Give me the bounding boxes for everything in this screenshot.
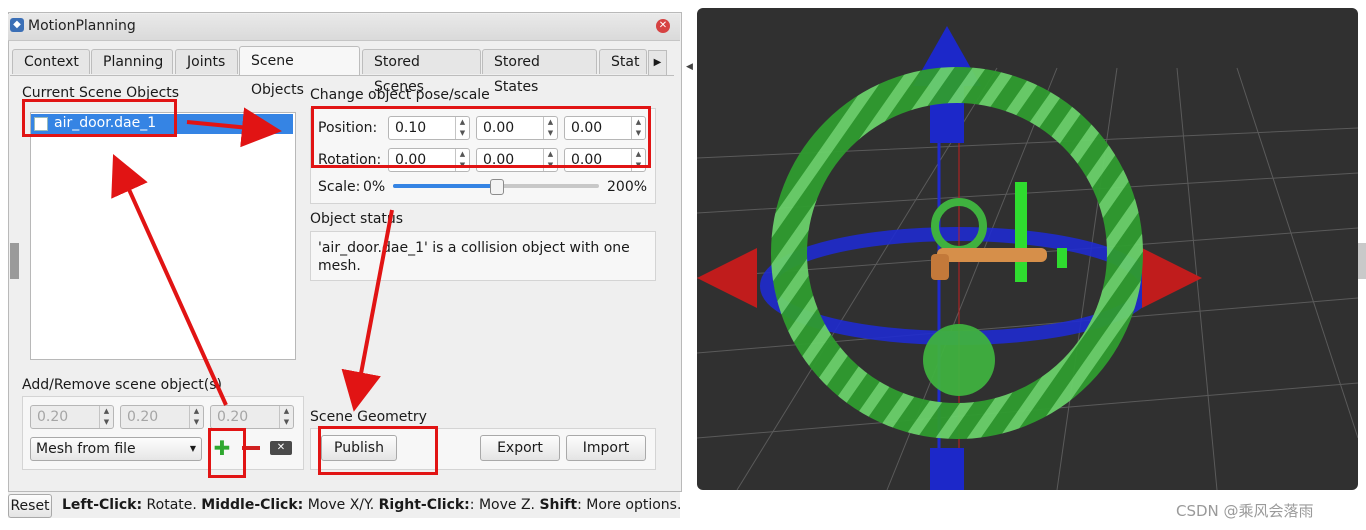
right-splitter-handle[interactable] bbox=[1358, 243, 1366, 279]
door-object bbox=[1015, 182, 1027, 282]
reset-button[interactable]: Reset bbox=[8, 494, 52, 518]
x-pos-arrow bbox=[1142, 248, 1202, 308]
mouse-hint-text: Left-Click: Rotate. Middle-Click: Move X… bbox=[62, 497, 682, 513]
rviz-3d-viewport[interactable] bbox=[697, 8, 1358, 490]
y-handle-sphere bbox=[923, 324, 995, 396]
scene-render bbox=[697, 26, 1358, 490]
annotation-arrows bbox=[111, 107, 394, 412]
robot-arm-link bbox=[937, 248, 1047, 262]
robot-arm-base bbox=[931, 254, 949, 280]
object-marker bbox=[1057, 248, 1067, 268]
watermark-text: CSDN @乘风会落雨 bbox=[1176, 502, 1314, 520]
x-neg-arrow bbox=[697, 248, 757, 308]
z-neg-arrow-shaft bbox=[930, 448, 964, 490]
